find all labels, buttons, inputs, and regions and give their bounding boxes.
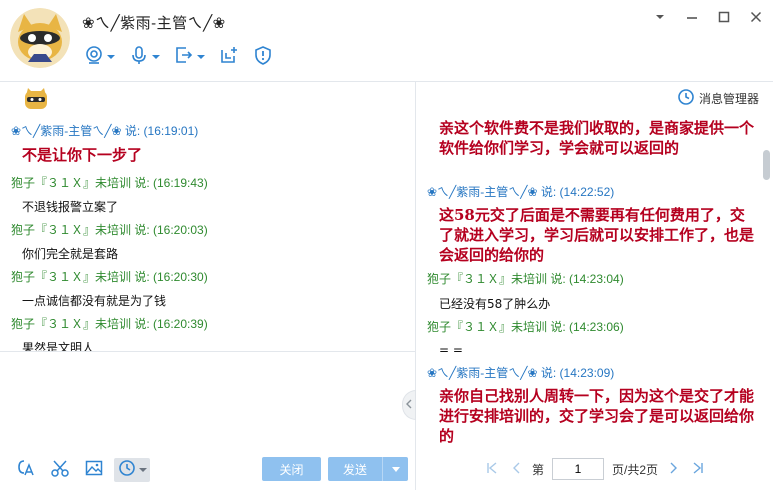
font-icon [16, 458, 36, 483]
message-input[interactable] [0, 353, 416, 453]
send-button-label: 发送 [342, 462, 367, 477]
video-call-button[interactable] [84, 44, 115, 70]
scissors-icon [50, 458, 70, 483]
dropdown-button[interactable] [651, 10, 669, 28]
list-item: ❀ㄟ╱紫雨-主管ㄟ╱❀ 说: (14:22:52) 这58元交了后面是不需要再有… [427, 183, 757, 265]
avatar[interactable] [10, 8, 70, 68]
last-page-icon [692, 461, 704, 478]
last-page-button[interactable] [690, 461, 706, 477]
first-page-icon [486, 461, 498, 478]
screen-share-icon [174, 45, 194, 70]
message-sender: 狍子『３１Ｘ』未培训 说: (16:20:03) [11, 223, 208, 237]
message-sender: ❀ㄟ╱紫雨-主管ㄟ╱❀ 说: (14:22:52) [427, 185, 615, 199]
first-page-button[interactable] [484, 461, 500, 477]
message-sender: 狍子『３１Ｘ』未培训 说: (14:23:06) [427, 320, 624, 334]
chevron-left-icon [405, 396, 413, 414]
list-item: 狍子『３１Ｘ』未培训 说: (16:19:43) 不退钱报警立案了 [11, 174, 208, 215]
close-button[interactable]: 关闭 [262, 457, 321, 481]
minimize-button[interactable] [683, 10, 701, 28]
pagination: 第 页/共2页 [417, 454, 773, 484]
message-text: = = [439, 343, 463, 357]
microphone-icon [129, 45, 149, 70]
window-title: ❀ㄟ╱紫雨-主管ㄟ╱❀ [82, 15, 226, 32]
list-item: ❀ㄟ╱紫雨-主管ㄟ╱❀ 说: (16:19:01) 不是让你下一步了 [11, 122, 198, 165]
chevron-down-icon [391, 466, 400, 472]
message-sender: ❀ㄟ╱紫雨-主管ㄟ╱❀ 说: (16:19:01) [11, 124, 199, 138]
screen-share-button[interactable] [174, 44, 205, 70]
list-item: 狍子『３１Ｘ』未培训 说: (16:20:30) 一点诚信都没有就是为了钱 [11, 268, 208, 309]
history-panel: 消息管理器 亲这个软件费不是我们收取的，是商家提供一个软件给你们学习，学会就可以… [417, 82, 773, 490]
list-item: ❀ㄟ╱紫雨-主管ㄟ╱❀ 说: (14:23:09) 亲你自己找别人周转一下，因为… [427, 364, 757, 446]
input-toolbar: 关闭 发送 [0, 452, 416, 490]
message-sender: 狍子『３１Ｘ』未培训 说: (14:23:04) [427, 272, 624, 286]
image-icon [84, 458, 104, 483]
clock-icon [117, 458, 137, 483]
message-sender: 狍子『３１Ｘ』未培训 说: (16:20:39) [11, 317, 208, 331]
chevron-right-icon [669, 461, 679, 478]
message-manager-button[interactable]: 消息管理器 [677, 88, 759, 109]
prev-page-button[interactable] [508, 461, 524, 477]
chevron-left-icon [511, 461, 521, 478]
voice-call-button[interactable] [129, 44, 160, 70]
send-options-dropdown[interactable] [383, 466, 408, 472]
chat-toolbar [84, 44, 273, 70]
list-item: 狍子『３１Ｘ』未培训 说: (16:20:39) 果然是文明人 [11, 315, 208, 352]
send-button[interactable]: 发送 [328, 457, 408, 481]
add-window-icon [219, 45, 239, 70]
list-item: 狍子『３１Ｘ』未培训 说: (14:23:06) = = [427, 318, 757, 357]
font-button[interactable] [14, 458, 38, 482]
message-text: 亲这个软件费不是我们收取的，是商家提供一个软件给你们学习，学会就可以返回的 [439, 119, 755, 157]
maximize-icon [718, 10, 730, 28]
message-sender: ❀ㄟ╱紫雨-主管ㄟ╱❀ 说: (14:23:09) [427, 366, 615, 380]
list-item: 狍子『３１Ｘ』未培训 说: (14:23:04) 已经没有58了肿么办 [427, 270, 757, 312]
add-window-button[interactable] [219, 44, 239, 70]
page-number-input[interactable] [552, 458, 604, 480]
chevron-down-icon [152, 55, 160, 59]
message-sender: 狍子『３１Ｘ』未培训 说: (16:19:43) [11, 176, 208, 190]
next-page-button[interactable] [666, 461, 682, 477]
maximize-button[interactable] [715, 10, 733, 28]
clock-icon [677, 88, 695, 109]
screenshot-button[interactable] [48, 458, 72, 482]
message-text: 不退钱报警立案了 [22, 200, 119, 214]
chevron-down-icon [654, 10, 666, 28]
message-text: 一点诚信都没有就是为了钱 [22, 294, 167, 308]
message-text: 亲你自己找别人周转一下，因为这个是交了才能进行安排培训的，交了学习会了是可以返回… [439, 387, 755, 445]
close-icon [750, 10, 762, 28]
message-list[interactable]: ❀ㄟ╱紫雨-主管ㄟ╱❀ 说: (16:19:01) 不是让你下一步了 狍子『３１… [0, 82, 416, 352]
page-prefix: 第 [531, 462, 544, 477]
window-controls [651, 10, 765, 28]
chevron-down-icon [197, 55, 205, 59]
shield-icon [253, 45, 273, 70]
list-item: 狍子『３１Ｘ』未培训 说: (16:20:03) 你们完全就是套路 [11, 221, 208, 262]
chevron-down-icon [107, 55, 115, 59]
message-text: 这58元交了后面是不需要再有任何费用了，交了就进入学习，学习后就可以安排工作了，… [439, 206, 755, 264]
title-bar: ❀ㄟ╱紫雨-主管ㄟ╱❀ [0, 0, 773, 82]
camera-icon [84, 45, 104, 70]
emoji-sticker-icon [24, 88, 48, 110]
scrollbar-thumb[interactable] [763, 150, 770, 180]
message-text: 果然是文明人 [22, 341, 95, 352]
message-text: 不是让你下一步了 [22, 146, 143, 164]
history-button[interactable] [114, 458, 150, 482]
page-suffix: 页/共2页 [612, 462, 659, 477]
close-window-button[interactable] [747, 10, 765, 28]
message-text: 已经没有58了肿么办 [439, 297, 551, 311]
message-manager-label: 消息管理器 [698, 92, 759, 106]
message-text: 你们完全就是套路 [22, 247, 119, 261]
security-button[interactable] [253, 44, 273, 70]
message-sender: 狍子『３１Ｘ』未培训 说: (16:20:30) [11, 270, 208, 284]
minimize-icon [686, 10, 698, 28]
chevron-down-icon [139, 468, 147, 472]
chat-panel: ❀ㄟ╱紫雨-主管ㄟ╱❀ 说: (16:19:01) 不是让你下一步了 狍子『３１… [0, 82, 416, 490]
list-item: 亲这个软件费不是我们收取的，是商家提供一个软件给你们学习，学会就可以返回的 [427, 118, 757, 158]
image-button[interactable] [82, 458, 106, 482]
